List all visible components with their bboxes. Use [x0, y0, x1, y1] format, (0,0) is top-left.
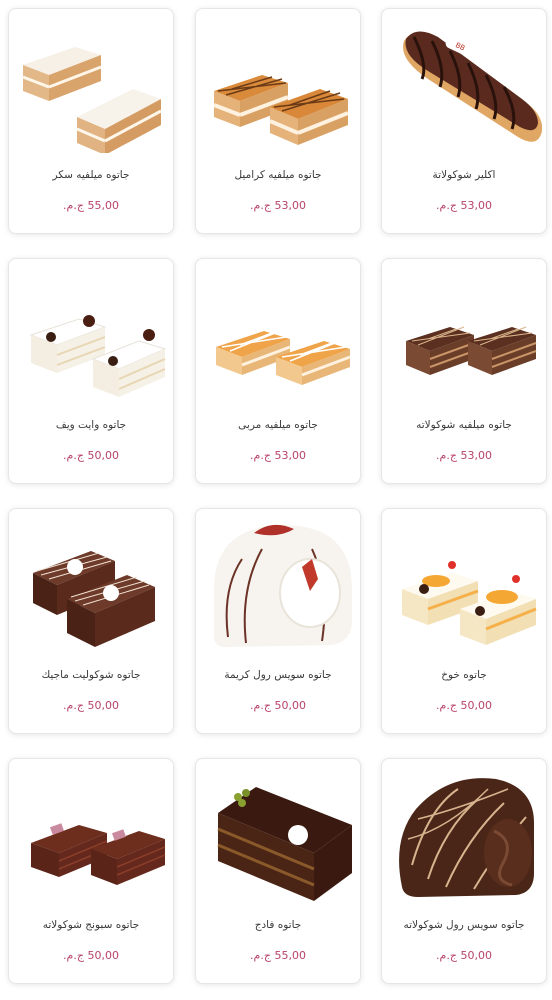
product-card[interactable]: جاتوه فادج 55,00 ج.م.	[195, 758, 361, 984]
product-price: 50,00 ج.م.	[250, 699, 306, 712]
product-card[interactable]: جاتوه ميلفيه شوكولاته 53,00 ج.م.	[381, 258, 547, 484]
product-card[interactable]: جاتوه سويس رول شوكولاته 50,00 ج.م.	[381, 758, 547, 984]
product-price: 53,00 ج.م.	[436, 449, 492, 462]
product-name: جاتوه فادج	[254, 919, 302, 931]
mille-feuille-jam-image	[202, 269, 356, 403]
product-name: جاتوه ميلفيه مربى	[238, 419, 318, 431]
product-card[interactable]: جاتوه ميلفيه مربى 53,00 ج.م.	[195, 258, 361, 484]
product-price: 50,00 ج.م.	[436, 949, 492, 962]
product-name: جاتوه ميلفيه سكر	[52, 169, 130, 181]
product-card[interactable]: جاتوه شوكوليت ماجيك 50,00 ج.م.	[8, 508, 174, 734]
product-card[interactable]: BB اكلير شوكولاتة 53,00 ج.م.	[381, 8, 547, 234]
product-card[interactable]: جاتوه وايت ويف 50,00 ج.م.	[8, 258, 174, 484]
product-grid: جاتوه ميلفيه سكر 55,00 ج.م. جاتوه ميلفيه…	[0, 0, 552, 1000]
product-name: جاتوه خوخ	[441, 669, 487, 681]
mille-feuille-sugar-image	[15, 19, 169, 153]
mille-feuille-chocolate-image	[388, 269, 542, 403]
product-name: جاتوه سويس رول كريمة	[224, 669, 332, 681]
product-name: جاتوه وايت ويف	[55, 419, 127, 431]
white-wave-gateau-image	[15, 269, 169, 403]
product-price: 53,00 ج.م.	[250, 199, 306, 212]
chocolate-eclair-image: BB	[388, 19, 542, 153]
product-price: 53,00 ج.م.	[436, 199, 492, 212]
product-card[interactable]: جاتوه ميلفيه كراميل 53,00 ج.م.	[195, 8, 361, 234]
product-name: اكلير شوكولاتة	[432, 169, 496, 181]
product-card[interactable]: جاتوه خوخ 50,00 ج.م.	[381, 508, 547, 734]
product-name: جاتوه ميلفيه شوكولاته	[416, 419, 512, 431]
swiss-roll-cream-image	[202, 519, 356, 653]
swiss-roll-chocolate-image	[388, 769, 542, 903]
product-price: 50,00 ج.م.	[63, 699, 119, 712]
chocolate-sponge-gateau-image	[15, 769, 169, 903]
mille-feuille-caramel-image	[202, 19, 356, 153]
product-name: جاتوه ميلفيه كراميل	[234, 169, 322, 181]
product-price: 50,00 ج.م.	[63, 449, 119, 462]
peach-gateau-image	[388, 519, 542, 653]
product-price: 55,00 ج.م.	[63, 199, 119, 212]
product-price: 50,00 ج.م.	[63, 949, 119, 962]
product-name: جاتوه شوكوليت ماجيك	[41, 669, 141, 681]
product-card[interactable]: جاتوه سويس رول كريمة 50,00 ج.م.	[195, 508, 361, 734]
product-card[interactable]: جاتوه ميلفيه سكر 55,00 ج.م.	[8, 8, 174, 234]
product-price: 53,00 ج.م.	[250, 449, 306, 462]
product-name: جاتوه سويس رول شوكولاته	[403, 919, 525, 931]
chocolate-magic-gateau-image	[15, 519, 169, 653]
product-name: جاتوه سبونج شوكولاته	[42, 919, 140, 931]
fudge-gateau-image	[202, 769, 356, 903]
product-price: 55,00 ج.م.	[250, 949, 306, 962]
product-price: 50,00 ج.م.	[436, 699, 492, 712]
product-card[interactable]: جاتوه سبونج شوكولاته 50,00 ج.م.	[8, 758, 174, 984]
